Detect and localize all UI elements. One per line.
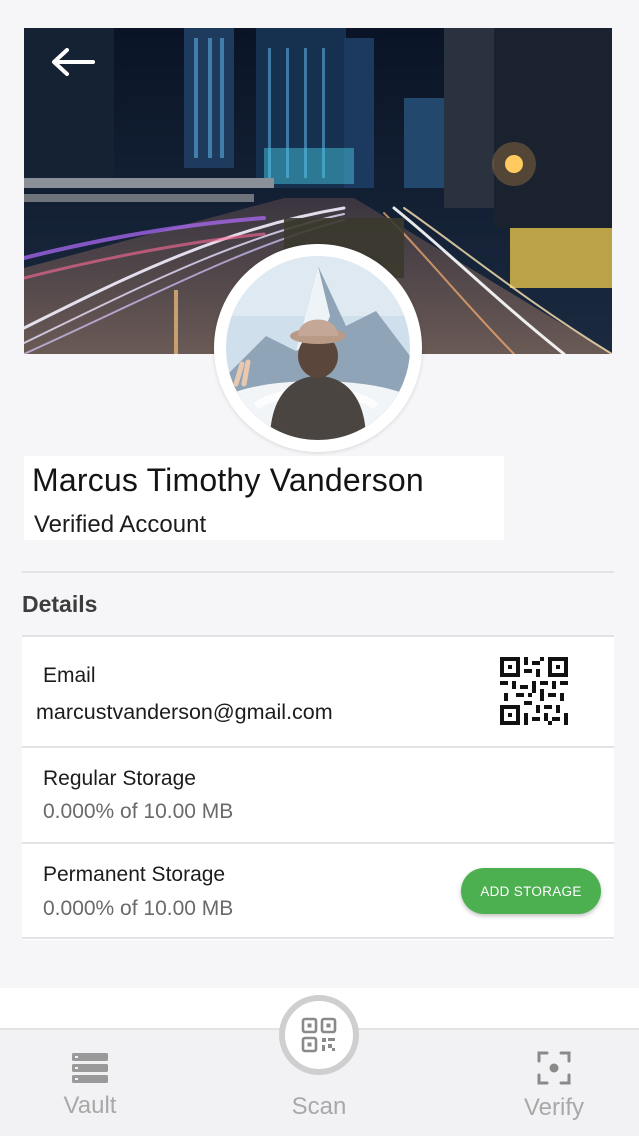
add-storage-button[interactable]: ADD STORAGE — [461, 868, 601, 914]
regular-storage-value: 0.000% of 10.00 MB — [43, 800, 234, 823]
qr-scan-icon — [301, 1017, 337, 1053]
scan-button[interactable] — [279, 995, 359, 1075]
qr-code-icon — [500, 657, 568, 725]
divider — [22, 937, 614, 939]
divider — [22, 571, 614, 573]
account-status: Verified Account — [34, 511, 207, 538]
focus-frame-icon — [537, 1051, 571, 1085]
back-button[interactable] — [44, 40, 100, 84]
nav-label-verify: Verify — [523, 1094, 585, 1121]
profile-name: Marcus Timothy Vanderson — [32, 462, 424, 498]
nav-item-vault[interactable]: Vault — [44, 1052, 136, 1120]
permanent-storage-label: Permanent Storage — [43, 863, 226, 886]
regular-storage-label: Regular Storage — [43, 767, 196, 790]
email-label: Email — [43, 664, 96, 687]
permanent-storage-value: 0.000% of 10.00 MB — [43, 897, 234, 920]
nav-item-verify[interactable]: Verify — [508, 1050, 600, 1122]
divider — [22, 635, 614, 637]
stack-icon — [72, 1053, 108, 1083]
section-title-details: Details — [22, 591, 98, 617]
divider — [22, 746, 614, 748]
avatar[interactable] — [226, 256, 410, 440]
divider — [22, 842, 614, 844]
qr-code-button[interactable] — [500, 657, 568, 725]
nav-label-scan: Scan — [291, 1093, 347, 1120]
email-value: marcustvanderson@gmail.com — [36, 700, 333, 724]
nav-label-vault: Vault — [63, 1092, 117, 1119]
profile-screen: Marcus Timothy Vanderson Verified Accoun… — [0, 0, 639, 1136]
arrow-left-icon — [52, 48, 95, 76]
